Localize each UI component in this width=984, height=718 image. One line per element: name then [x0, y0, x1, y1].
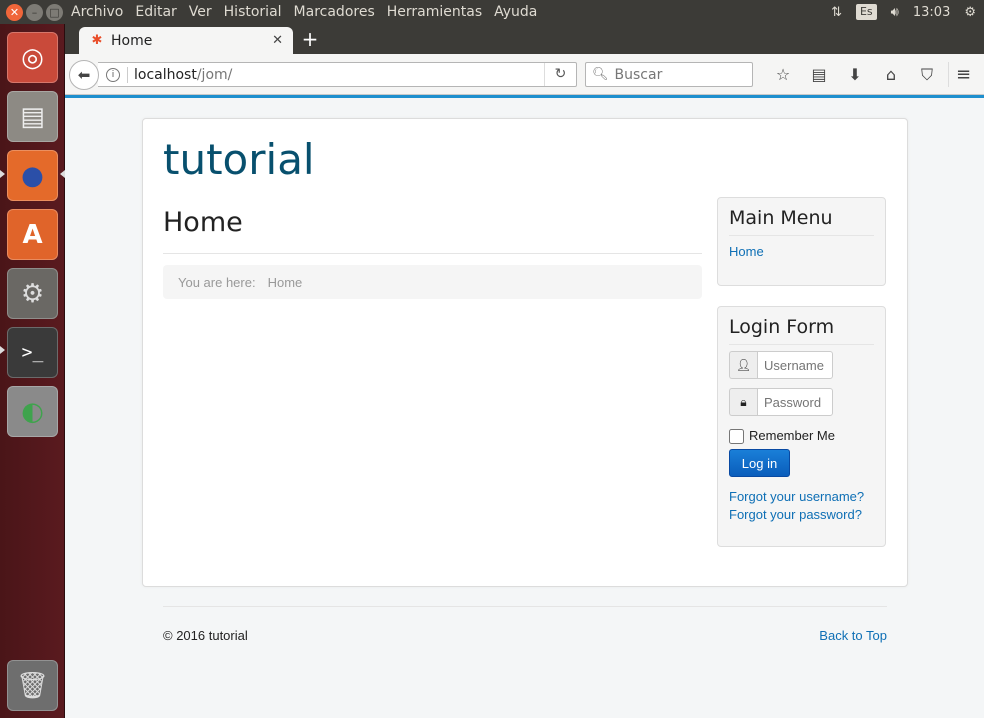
password-group: 🔒︎	[729, 388, 874, 416]
menu-editar[interactable]: Editar	[135, 4, 176, 20]
reload-icon[interactable]: ↻	[544, 63, 576, 86]
top-panel: ✕ – □ Archivo Editar Ver Historial Marca…	[0, 0, 984, 24]
page-viewport: tutorial Home You are here: Home Main Me…	[65, 98, 984, 718]
search-bar[interactable]: 🔍︎ Buscar	[585, 62, 753, 87]
network-icon[interactable]: ⇅	[831, 5, 842, 20]
back-arrow-icon: ⬅	[77, 66, 91, 84]
username-input[interactable]	[757, 351, 833, 379]
ubuntu-dash-icon[interactable]: ◎	[7, 32, 58, 83]
bookmark-star-icon[interactable]: ☆	[765, 62, 801, 87]
maximize-window-button[interactable]: □	[46, 3, 63, 21]
menu-herramientas[interactable]: Herramientas	[387, 4, 482, 20]
keyboard-layout-indicator[interactable]: Es	[855, 4, 877, 20]
firefox-icon[interactable]: ●	[7, 150, 58, 201]
user-icon: 👤︎	[729, 351, 757, 379]
hamburger-menu-icon[interactable]: ≡	[948, 62, 978, 87]
menu-archivo[interactable]: Archivo	[71, 4, 123, 20]
volume-icon[interactable]: 🔊︎	[891, 5, 899, 20]
url-divider	[127, 66, 128, 83]
running-indicator	[0, 170, 5, 178]
remember-me-label: Remember Me	[749, 427, 835, 443]
login-form-module: Login Form 👤︎ 🔒︎ Remember Me Log in Forg…	[717, 306, 886, 547]
url-bar[interactable]: i localhost/jom/ ↻	[98, 62, 577, 87]
disks-icon[interactable]: ◐	[7, 386, 58, 437]
site-brand[interactable]: tutorial	[163, 135, 315, 184]
terminal-icon[interactable]: >_	[7, 327, 58, 378]
copyright: © 2016 tutorial	[163, 628, 248, 643]
back-button[interactable]: ⬅	[69, 60, 99, 90]
search-icon: 🔍︎	[592, 67, 609, 82]
toolbar-icons: ☆ ▤ ⬇ ⌂ ⛉	[765, 62, 945, 87]
lock-icon: 🔒︎	[729, 388, 757, 416]
breadcrumb-label: You are here:	[178, 274, 256, 290]
menu-item-home[interactable]: Home	[729, 244, 874, 259]
menu-marcadores[interactable]: Marcadores	[294, 4, 375, 20]
back-to-top-link[interactable]: Back to Top	[819, 628, 887, 643]
url-host: localhost	[134, 66, 197, 83]
forgot-password-link[interactable]: Forgot your password?	[729, 507, 874, 522]
url-path: /jom/	[196, 66, 233, 83]
close-tab-icon[interactable]: ✕	[272, 33, 283, 48]
unity-launcher: ◎ ▤ ● A ⚙ >_ ◐ 🗑︎	[0, 24, 65, 718]
software-center-icon[interactable]: A	[7, 209, 58, 260]
remember-me-checkbox[interactable]	[729, 429, 744, 444]
clock[interactable]: 13:03	[913, 5, 950, 20]
minimize-window-button[interactable]: –	[26, 3, 43, 21]
app-menubar: Archivo Editar Ver Historial Marcadores …	[71, 4, 537, 20]
new-tab-button[interactable]: +	[298, 27, 322, 51]
system-gear-icon[interactable]: ⚙	[964, 5, 976, 20]
search-placeholder: Buscar	[614, 66, 663, 83]
home-icon[interactable]: ⌂	[873, 62, 909, 87]
close-window-button[interactable]: ✕	[6, 3, 23, 21]
menu-ayuda[interactable]: Ayuda	[494, 4, 537, 20]
joomla-favicon-icon: ✱	[91, 32, 103, 48]
tab-home[interactable]: ✱ Home ✕	[79, 27, 293, 54]
breadcrumb: You are here: Home	[163, 265, 702, 299]
site-container: tutorial Home You are here: Home Main Me…	[142, 118, 908, 587]
browser-tabbar: ✱ Home ✕ +	[65, 24, 984, 54]
forgot-username-link[interactable]: Forgot your username?	[729, 489, 874, 504]
footer-divider	[163, 606, 887, 607]
title-divider	[163, 253, 702, 254]
username-group: 👤︎	[729, 351, 874, 379]
menu-ver[interactable]: Ver	[189, 4, 212, 20]
system-settings-icon[interactable]: ⚙	[7, 268, 58, 319]
tab-title: Home	[111, 32, 153, 49]
pocket-icon[interactable]: ⛉	[909, 62, 945, 87]
login-button[interactable]: Log in	[729, 449, 790, 477]
browser-navbar: i localhost/jom/ ↻ ⬅ 🔍︎ Buscar ☆ ▤ ⬇ ⌂ ⛉…	[65, 54, 984, 95]
main-menu-module: Main Menu Home	[717, 197, 886, 286]
page-title: Home	[163, 207, 243, 238]
downloads-icon[interactable]: ⬇	[837, 62, 873, 87]
site-info-icon[interactable]: i	[106, 67, 120, 82]
password-input[interactable]	[757, 388, 833, 416]
main-menu-title: Main Menu	[729, 207, 874, 236]
running-indicator	[0, 346, 5, 354]
reading-list-icon[interactable]: ▤	[801, 62, 837, 87]
files-icon[interactable]: ▤	[7, 91, 58, 142]
remember-me-row[interactable]: Remember Me	[729, 426, 874, 444]
trash-icon[interactable]: 🗑︎	[7, 660, 58, 711]
login-form-title: Login Form	[729, 316, 874, 345]
panel-indicators: ⇅ Es 🔊︎ 13:03 ⚙	[831, 0, 976, 24]
window-controls: ✕ – □	[0, 3, 66, 21]
breadcrumb-current: Home	[267, 274, 303, 290]
menu-historial[interactable]: Historial	[224, 4, 282, 20]
